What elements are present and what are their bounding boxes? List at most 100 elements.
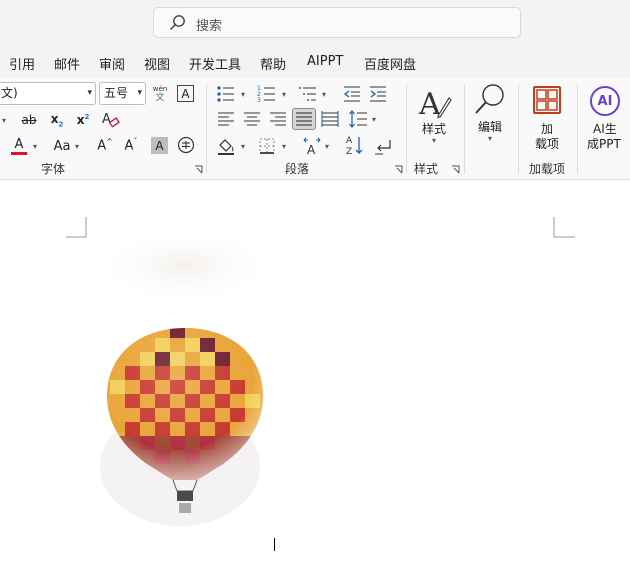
svg-text:A: A xyxy=(307,143,316,156)
chevron-down-icon: ▾ xyxy=(137,88,142,98)
chevron-down-icon[interactable]: ▾ xyxy=(282,90,286,99)
chevron-down-icon[interactable]: ▾ xyxy=(2,116,6,125)
font-group-label: 字体 xyxy=(41,162,66,176)
chevron-down-icon[interactable]: ▾ xyxy=(322,90,326,99)
chevron-down-icon[interactable]: ▾ xyxy=(33,142,37,151)
tab-developer[interactable]: 开发工具 xyxy=(189,54,241,73)
font-color-swatch xyxy=(11,151,27,155)
font-color-icon: A xyxy=(14,136,24,152)
styles-dialog-launcher-icon[interactable] xyxy=(451,165,460,174)
chevron-down-icon[interactable]: ▾ xyxy=(325,142,329,151)
borders-icon xyxy=(259,138,275,154)
styles-button-label: 样式 xyxy=(422,122,447,136)
phonetic-guide-button[interactable]: wén 文 xyxy=(151,83,169,105)
tab-aippt[interactable]: AIPPT xyxy=(307,54,343,69)
magnifier-icon xyxy=(475,84,504,114)
align-center-icon xyxy=(244,112,260,126)
font-name-combo[interactable]: 文) ▾ xyxy=(0,82,96,105)
chevron-down-icon[interactable]: ▾ xyxy=(75,142,79,151)
align-right-button[interactable] xyxy=(268,110,288,128)
character-shading-button[interactable]: A xyxy=(151,137,168,154)
tab-baidu-netdisk[interactable]: 百度网盘 xyxy=(364,54,416,73)
borders-button[interactable] xyxy=(257,136,277,156)
svg-text:3: 3 xyxy=(257,97,261,103)
chevron-down-icon[interactable]: ▾ xyxy=(488,134,492,143)
justify-button[interactable] xyxy=(292,108,316,130)
group-divider xyxy=(206,84,207,174)
chevron-down-icon[interactable]: ▾ xyxy=(432,136,436,145)
font-dialog-launcher-icon[interactable] xyxy=(194,165,203,174)
paragraph-group-label: 段落 xyxy=(285,162,310,176)
ribbon-tabs: 引用 邮件 审阅 视图 开发工具 帮助 AIPPT 百度网盘 xyxy=(0,46,630,78)
line-spacing-icon xyxy=(349,110,367,128)
styles-button[interactable]: A xyxy=(418,86,452,122)
paint-bucket-icon xyxy=(218,139,234,155)
distributed-button[interactable] xyxy=(320,110,340,128)
hot-air-balloon-picture[interactable] xyxy=(85,236,285,536)
tab-references[interactable]: 引用 xyxy=(9,54,35,73)
clear-formatting-button[interactable]: A xyxy=(100,109,120,129)
shading-button[interactable] xyxy=(216,136,236,156)
chevron-down-icon[interactable]: ▾ xyxy=(241,142,245,151)
tab-help[interactable]: 帮助 xyxy=(260,54,286,73)
group-divider xyxy=(577,84,578,174)
tab-view[interactable]: 视图 xyxy=(144,54,170,73)
superscript-button[interactable]: x2 xyxy=(74,111,92,129)
bullets-button[interactable] xyxy=(216,85,236,103)
character-spacing-icon: A xyxy=(303,137,321,156)
editing-button[interactable] xyxy=(474,83,506,117)
character-border-button[interactable]: A xyxy=(177,85,194,102)
addins-button[interactable] xyxy=(533,86,561,114)
font-size-combo[interactable]: 五号 ▾ xyxy=(99,82,146,105)
multilevel-list-button[interactable] xyxy=(298,85,318,103)
change-case-button[interactable]: Aa xyxy=(50,136,74,156)
search-placeholder: 搜索 xyxy=(196,19,223,34)
align-center-button[interactable] xyxy=(242,110,262,128)
chevron-down-icon[interactable]: ▾ xyxy=(282,142,286,151)
document-canvas[interactable] xyxy=(0,181,630,580)
paragraph-dialog-launcher-icon[interactable] xyxy=(394,165,403,174)
decrease-indent-button[interactable] xyxy=(343,85,361,103)
multilevel-list-icon xyxy=(299,87,316,101)
strikethrough-icon: ab xyxy=(21,113,37,127)
font-name-value: 文) xyxy=(1,86,18,100)
search-icon xyxy=(169,15,185,31)
show-formatting-marks-button[interactable] xyxy=(373,136,393,156)
sort-az-icon: A Z xyxy=(346,136,363,156)
text-cursor xyxy=(274,538,275,551)
grow-font-button[interactable]: A^ xyxy=(96,136,114,154)
editing-button-label: 编辑 xyxy=(478,120,503,134)
increase-indent-button[interactable] xyxy=(369,85,387,103)
character-spacing-button[interactable]: A xyxy=(302,136,322,156)
shrink-font-button[interactable]: Aˇ xyxy=(122,136,140,154)
numbering-button[interactable]: 1 2 3 xyxy=(257,85,277,103)
search-box[interactable]: 搜索 xyxy=(153,7,521,38)
font-color-button[interactable]: A xyxy=(10,136,28,156)
ribbon: 文) ▾ 五号 ▾ wén 文 A ▾ ab x2 x2 A A ▾ Aa ▾ … xyxy=(0,78,630,180)
title-bar: 搜索 xyxy=(0,0,630,46)
line-spacing-button[interactable] xyxy=(348,110,368,128)
sort-button[interactable]: A Z xyxy=(345,134,365,156)
subscript-icon: x2 xyxy=(50,111,64,129)
addins-grid-icon xyxy=(536,89,558,111)
addins-label-line2: 载项 xyxy=(535,137,560,151)
align-left-button[interactable] xyxy=(216,110,236,128)
aippt-logo-icon: AI xyxy=(597,93,613,109)
aippt-button[interactable]: AI xyxy=(590,86,620,116)
svg-text:A: A xyxy=(102,112,111,127)
tab-review[interactable]: 审阅 xyxy=(99,54,125,73)
strikethrough-button[interactable]: ab xyxy=(19,111,39,129)
group-divider xyxy=(518,84,519,174)
subscript-button[interactable]: x2 xyxy=(48,111,66,129)
character-shading-icon: A xyxy=(155,138,164,153)
tab-mailings[interactable]: 邮件 xyxy=(54,54,80,73)
addins-group-label: 加载项 xyxy=(529,162,566,176)
paragraph-mark-icon xyxy=(375,140,391,155)
chevron-down-icon[interactable]: ▾ xyxy=(372,115,376,124)
svg-text:A: A xyxy=(418,87,441,122)
enclose-characters-button[interactable] xyxy=(177,136,195,154)
increase-indent-icon xyxy=(370,86,386,102)
styles-group-label: 样式 xyxy=(414,162,439,176)
distributed-icon xyxy=(321,111,339,127)
chevron-down-icon[interactable]: ▾ xyxy=(241,90,245,99)
